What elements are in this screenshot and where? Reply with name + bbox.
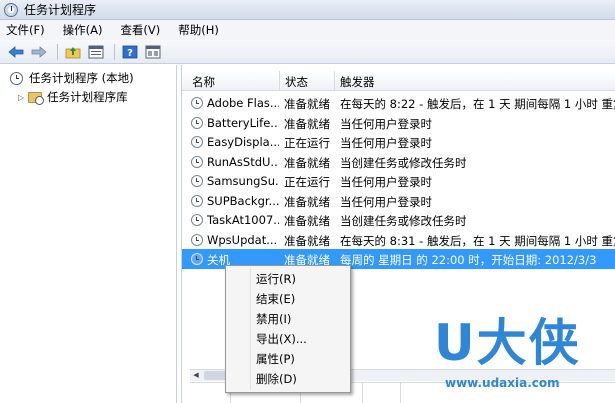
context-menu-delete[interactable]: 删除(D) bbox=[256, 371, 297, 387]
task-trigger: 当任何用户登录时 bbox=[340, 194, 432, 209]
table-row[interactable]: Adobe Flas... 准备就绪 在每天的 8:22 - 触发后，在 1 天 期… bbox=[182, 93, 615, 113]
context-menu-run[interactable]: 运行(R) bbox=[256, 271, 296, 287]
folder-clock-icon bbox=[28, 91, 45, 105]
column-divider bbox=[400, 383, 401, 403]
console-view-icon[interactable] bbox=[143, 43, 163, 61]
watermark-logo: U大侠 bbox=[434, 314, 581, 372]
tree-item-task-scheduler-local[interactable]: 任务计划程序 (本地) bbox=[10, 70, 134, 86]
task-status: 准备就绪 bbox=[284, 155, 330, 170]
menu-view[interactable]: 查看(V) bbox=[120, 22, 160, 38]
expand-arrow-icon[interactable]: ▷ bbox=[18, 93, 24, 102]
toolbar: ? bbox=[0, 40, 615, 64]
table-header: 名称 状态 触发器 bbox=[182, 71, 615, 91]
task-clock-icon bbox=[191, 253, 203, 265]
task-clock-icon bbox=[191, 136, 203, 148]
table-row[interactable]: RunAsStdU... 准备就绪 当创建任务或修改任务时 bbox=[182, 152, 615, 172]
task-trigger: 当创建任务或修改任务时 bbox=[340, 155, 467, 170]
navigation-tree: 任务计划程序 (本地) ▷ 任务计划程序库 bbox=[0, 65, 177, 403]
folder-up-icon[interactable] bbox=[63, 43, 83, 61]
task-trigger: 每周的 星期日 的 22:00 时，开始日期: 2012/3/3 bbox=[340, 253, 597, 267]
task-trigger: 当任何用户登录时 bbox=[340, 175, 432, 189]
properties-icon[interactable] bbox=[86, 43, 106, 61]
task-name: BatteryLife... bbox=[207, 115, 279, 130]
task-trigger: 在每天的 8:22 - 触发后，在 1 天 期间每隔 1 小时 重复 bbox=[340, 97, 615, 111]
window-title: 任务计划程序 bbox=[24, 3, 97, 17]
task-trigger: 在每天的 8:31 - 触发后，在 1 天 期间每隔 1 小时 重复 bbox=[340, 233, 615, 248]
task-clock-icon bbox=[191, 194, 203, 207]
table-row[interactable]: BatteryLife... 准备就绪 当任何用户登录时 bbox=[182, 113, 615, 133]
task-clock-icon bbox=[191, 97, 203, 109]
task-status: 准备就绪 bbox=[284, 116, 330, 131]
task-name: RunAsStdU... bbox=[207, 154, 279, 169]
context-menu-end[interactable]: 结束(E) bbox=[256, 291, 295, 307]
context-menu-properties[interactable]: 属性(P) bbox=[256, 351, 295, 367]
tree-item-label: 任务计划程序 (本地) bbox=[29, 71, 134, 85]
watermark-url: www.udaxia.com bbox=[445, 376, 560, 390]
column-divider[interactable] bbox=[334, 71, 335, 91]
task-name: EasyDispla... bbox=[207, 135, 279, 149]
task-clock-icon bbox=[191, 155, 203, 168]
task-clock-icon bbox=[191, 175, 203, 187]
help-icon[interactable]: ? bbox=[120, 43, 140, 61]
task-clock-icon bbox=[191, 214, 203, 226]
task-status: 正在运行 bbox=[284, 175, 330, 189]
task-status: 准备就绪 bbox=[284, 194, 330, 209]
table-row[interactable]: SUPBackgr... 准备就绪 当任何用户登录时 bbox=[182, 191, 615, 211]
clock-icon bbox=[10, 71, 23, 85]
task-name: SamsungSu... bbox=[207, 174, 279, 188]
table-row[interactable]: WpsUpdat... 准备就绪 在每天的 8:31 - 触发后，在 1 天 期间每… bbox=[182, 230, 615, 250]
forward-arrow-icon[interactable] bbox=[29, 43, 49, 61]
back-arrow-icon[interactable] bbox=[6, 43, 26, 61]
task-status: 准备就绪 bbox=[284, 97, 330, 111]
column-divider[interactable] bbox=[279, 71, 280, 91]
menu-action[interactable]: 操作(A) bbox=[63, 22, 103, 38]
task-trigger: 当任何用户登录时 bbox=[340, 116, 432, 131]
column-header-trigger[interactable]: 触发器 bbox=[340, 74, 375, 90]
column-header-name[interactable]: 名称 bbox=[192, 74, 215, 90]
task-name: Adobe Flas... bbox=[207, 96, 279, 110]
menu-help[interactable]: 帮助(H) bbox=[178, 22, 219, 38]
menu-bar: 文件(F) 操作(A) 查看(V) 帮助(H) bbox=[0, 20, 615, 40]
task-name: TaskAt1007... bbox=[207, 213, 279, 227]
title-bar: 任务计划程序 bbox=[0, 0, 615, 20]
table-row[interactable]: EasyDispla... 正在运行 当任何用户登录时 bbox=[182, 132, 615, 152]
toolbar-separator bbox=[57, 43, 58, 60]
task-status: 准备就绪 bbox=[284, 233, 330, 248]
table-row[interactable]: TaskAt1007... 准备就绪 当创建任务或修改任务时 bbox=[182, 210, 615, 230]
context-menu-export[interactable]: 导出(X)... bbox=[256, 331, 307, 347]
svg-text:?: ? bbox=[127, 48, 133, 59]
task-name: WpsUpdat... bbox=[207, 232, 278, 247]
task-clock-icon bbox=[191, 116, 203, 129]
column-divider bbox=[362, 383, 363, 403]
task-status: 正在运行 bbox=[284, 136, 330, 150]
menu-gutter bbox=[250, 268, 251, 390]
tree-item-task-library[interactable]: ▷ 任务计划程序库 bbox=[18, 89, 128, 105]
column-header-status[interactable]: 状态 bbox=[285, 74, 308, 90]
task-status: 准备就绪 bbox=[284, 214, 330, 228]
context-menu: 运行(R) 结束(E) 禁用(I) 导出(X)... 属性(P) 删除(D) bbox=[225, 265, 351, 393]
scroll-left-icon[interactable]: ◀ bbox=[190, 370, 202, 381]
task-trigger: 当任何用户登录时 bbox=[340, 136, 432, 150]
tree-item-label: 任务计划程序库 bbox=[47, 90, 128, 104]
task-clock-icon bbox=[191, 233, 203, 246]
task-trigger: 当创建任务或修改任务时 bbox=[340, 214, 467, 228]
table-row[interactable]: SamsungSu... 正在运行 当任何用户登录时 bbox=[182, 171, 615, 191]
context-menu-disable[interactable]: 禁用(I) bbox=[256, 311, 291, 327]
menu-file[interactable]: 文件(F) bbox=[6, 22, 45, 38]
toolbar-separator bbox=[114, 43, 115, 60]
task-scheduler-app-icon bbox=[4, 2, 18, 17]
task-name: SUPBackgr... bbox=[207, 193, 279, 208]
